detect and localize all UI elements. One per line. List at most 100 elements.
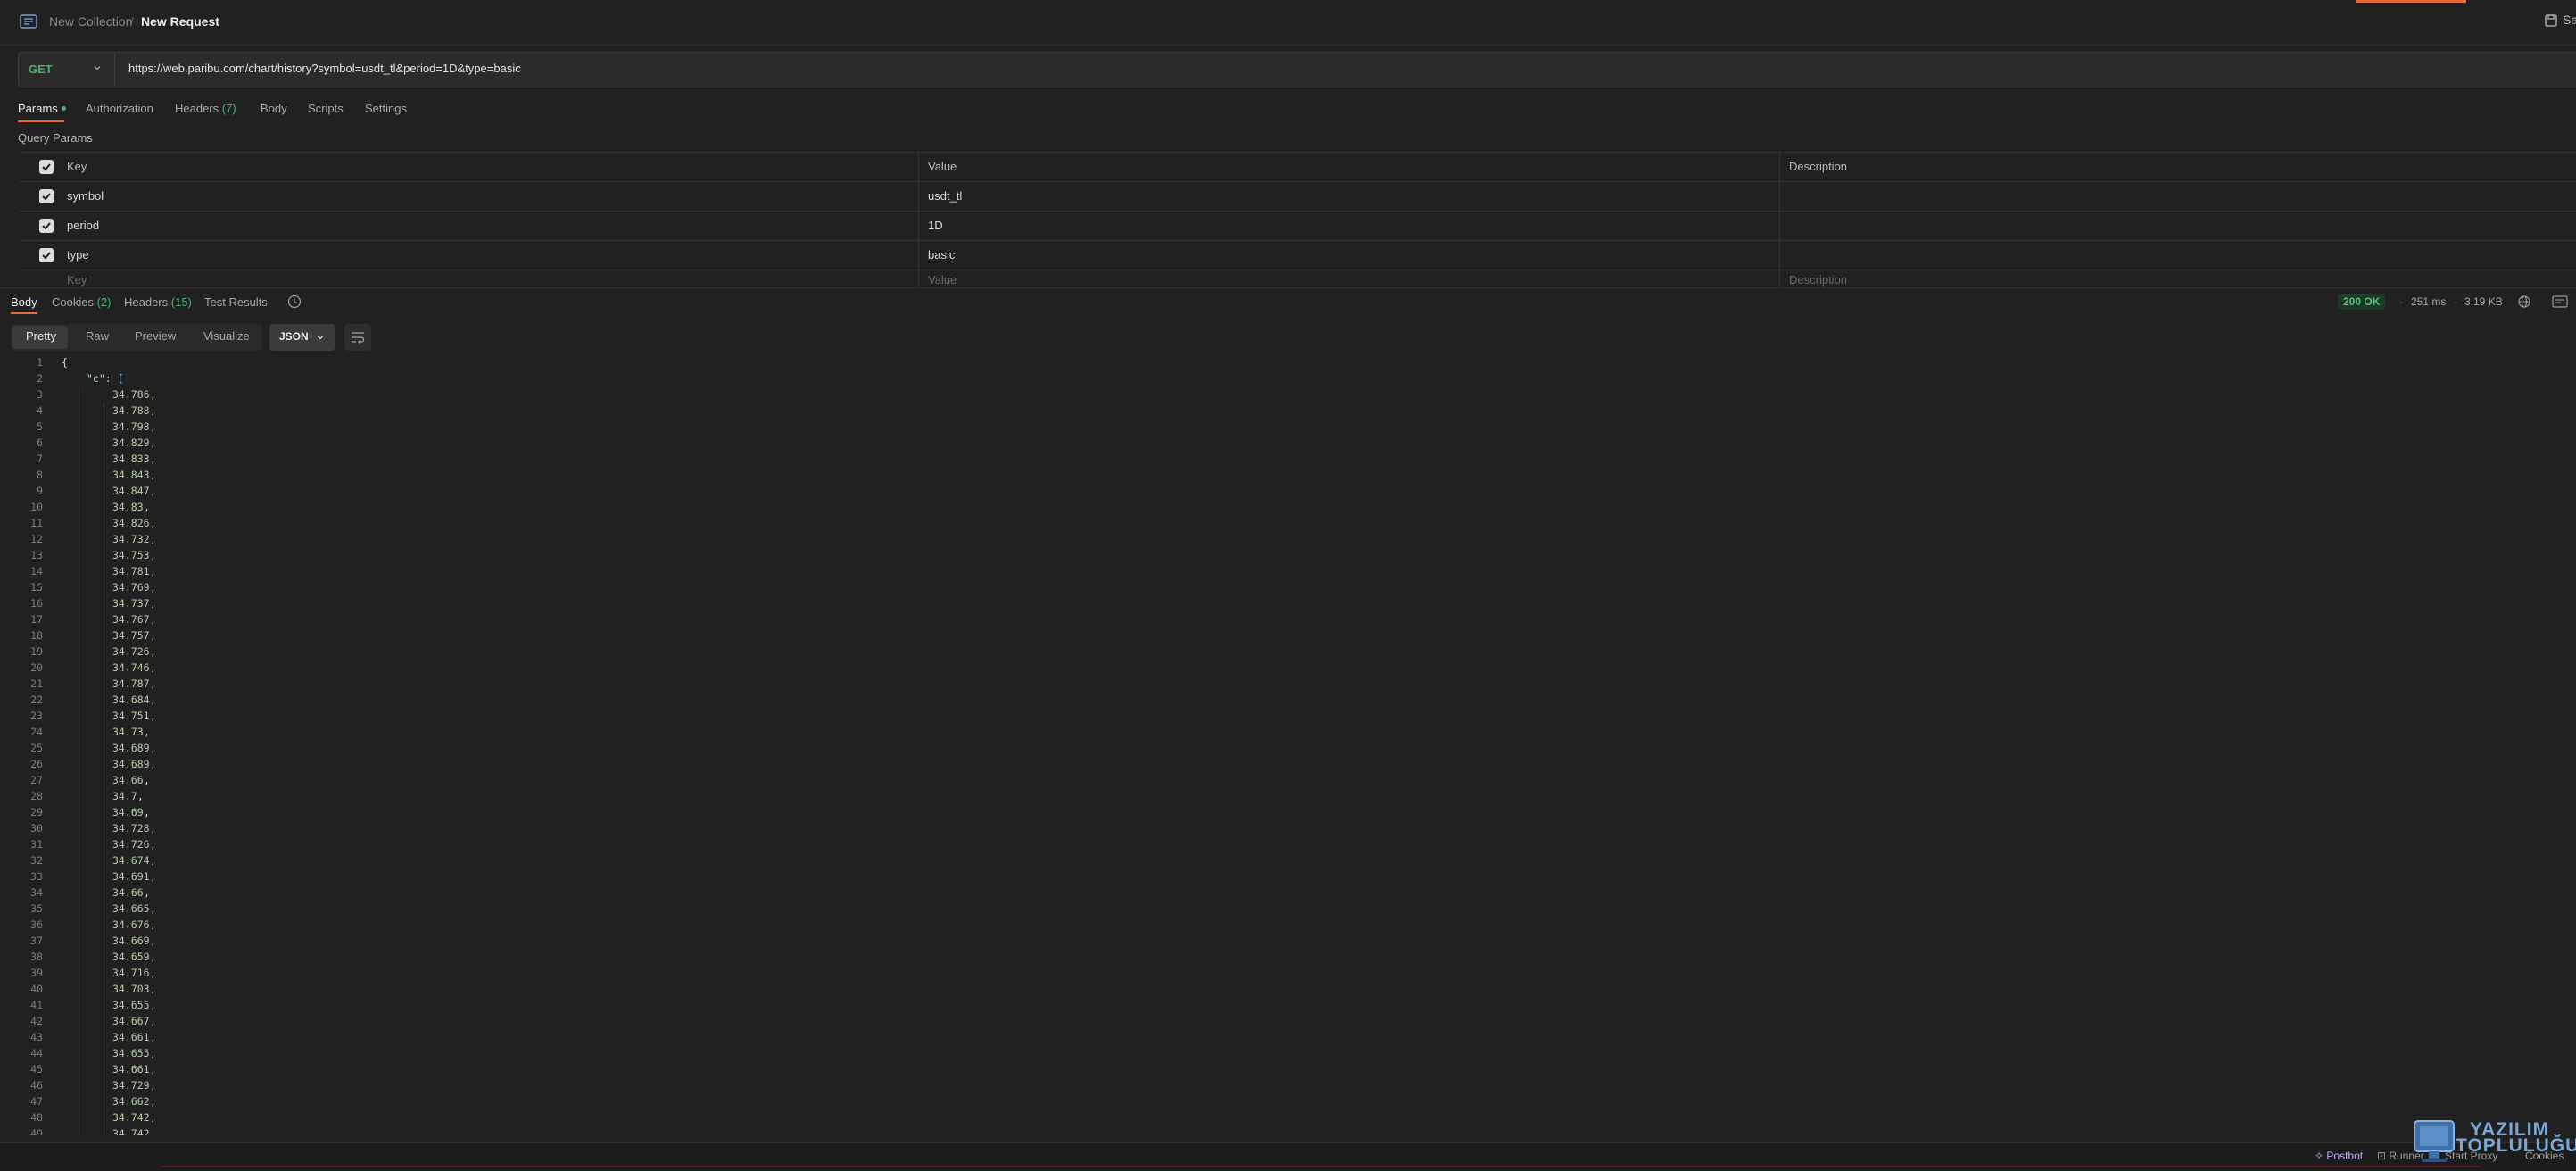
tab-body[interactable]: Body [261,102,287,115]
new-description-input[interactable]: Description [1789,270,1847,288]
view-visualize-button[interactable]: Visualize [203,329,250,343]
line-number: 2 [37,372,43,385]
line-number: 4 [37,404,43,417]
code-value: 34.665 [112,902,150,915]
new-key-input[interactable]: Key [67,270,87,288]
wrap-lines-button[interactable] [344,324,371,351]
tab-params[interactable]: Params [18,102,66,115]
code-line: 26 34.689, [0,756,2576,772]
response-tab-test-results[interactable]: Test Results [204,295,268,309]
line-number: 44 [30,1047,43,1059]
footer-accent [161,1166,2481,1167]
response-body-code[interactable]: 1 { 2 "c": [ 3 34.786, 4 34.788, 5 34.798, 6 34… [0,354,2576,1135]
view-pretty-button[interactable]: Pretty [26,329,56,343]
code-line: 20 34.746, [0,660,2576,676]
line-number: 46 [30,1079,43,1092]
code-line: 5 34.798, [0,419,2576,435]
new-value-input[interactable]: Value [928,270,957,288]
code-value: 34.829 [112,436,150,449]
code-line: 31 34.726, [0,836,2576,852]
line-number: 34 [30,886,43,899]
page-title[interactable]: New Request [141,14,219,29]
history-icon[interactable] [286,294,302,310]
response-tab-body[interactable]: Body [11,295,37,309]
code-line: 21 34.787, [0,676,2576,692]
line-number: 7 [37,453,43,465]
response-tab-headers[interactable]: Headers (15) [124,295,192,309]
code-value: 34.847 [112,485,150,497]
param-key[interactable]: period [67,212,99,240]
params-header-row: Key Value Description [20,152,2576,181]
code-value: 34.676 [112,918,150,931]
code-line: 15 34.769, [0,579,2576,595]
param-key[interactable]: symbol [67,182,104,211]
code-value: 34.662 [112,1095,150,1108]
tab-authorization[interactable]: Authorization [86,102,153,115]
code-value: 34.659 [112,951,150,963]
chevron-down-icon[interactable] [92,62,103,73]
meta-separator: · [2454,295,2457,308]
postbot-button[interactable]: ✧ Postbot [2315,1150,2363,1162]
view-raw-button[interactable]: Raw [86,329,109,343]
breadcrumb-collection[interactable]: New Collection [49,14,132,29]
postbot-label: Postbot [2326,1150,2364,1162]
param-checkbox[interactable] [39,219,54,233]
code-line: 14 34.781, [0,563,2576,579]
line-number: 37 [30,934,43,947]
tab-scripts[interactable]: Scripts [308,102,344,115]
code-line: 28 34.7, [0,788,2576,804]
code-value: 34.726 [112,645,150,658]
code-line: 37 34.669, [0,933,2576,949]
line-number: 36 [30,918,43,931]
code-value: 34.655 [112,1047,150,1059]
column-divider [1779,241,1780,270]
param-checkbox[interactable] [39,189,54,203]
param-value[interactable]: usdt_tl [928,182,962,211]
check-icon [42,222,51,230]
response-time[interactable]: 251 ms [2411,295,2446,308]
params-active-dot [61,106,66,111]
column-divider [918,241,919,270]
line-number: 13 [30,549,43,561]
code-line: 48 34.742, [0,1109,2576,1125]
tab-headers[interactable]: Headers (7) [175,102,236,115]
save-button[interactable]: Sa [2545,12,2576,27]
param-value[interactable]: basic [928,241,955,270]
code-line: 9 34.847, [0,483,2576,499]
code-value: 34.786 [112,388,150,401]
column-divider [1779,270,1780,288]
line-number: 31 [30,838,43,851]
url-input[interactable]: https://web.paribu.com/chart/history?sym… [128,62,521,75]
code-value: 34.669 [112,934,150,947]
code-value: 34.843 [112,469,150,481]
line-number: 45 [30,1063,43,1075]
method-select[interactable]: GET [29,62,53,76]
code-line: 45 34.661, [0,1061,2576,1077]
globe-icon[interactable] [2517,295,2531,309]
line-number: 28 [30,790,43,802]
response-size[interactable]: 3.19 KB [2464,295,2503,308]
code-line: 18 34.757, [0,627,2576,644]
param-value[interactable]: 1D [928,212,943,240]
code-text: { [62,356,68,369]
tab-settings[interactable]: Settings [365,102,407,115]
query-params-title: Query Params [18,131,93,145]
status-badge[interactable]: 200 OK [2338,294,2386,310]
code-line: 46 34.729, [0,1077,2576,1093]
line-number: 16 [30,597,43,610]
param-checkbox[interactable] [39,248,54,262]
line-number: 20 [30,661,43,674]
code-value: 34.729 [112,1079,150,1092]
save-response-icon[interactable] [2552,295,2568,309]
code-value: 34.83 [112,501,144,513]
select-all-checkbox[interactable] [39,160,54,174]
wrap-lines-icon [352,332,365,344]
code-value: 34.826 [112,517,150,529]
column-divider [1779,212,1780,240]
param-key[interactable]: type [67,241,89,270]
response-tab-cookies[interactable]: Cookies (2) [52,295,111,309]
view-preview-button[interactable]: Preview [135,329,176,343]
code-value: 34.798 [112,420,150,433]
code-line: 22 34.684, [0,692,2576,708]
line-number: 43 [30,1031,43,1043]
